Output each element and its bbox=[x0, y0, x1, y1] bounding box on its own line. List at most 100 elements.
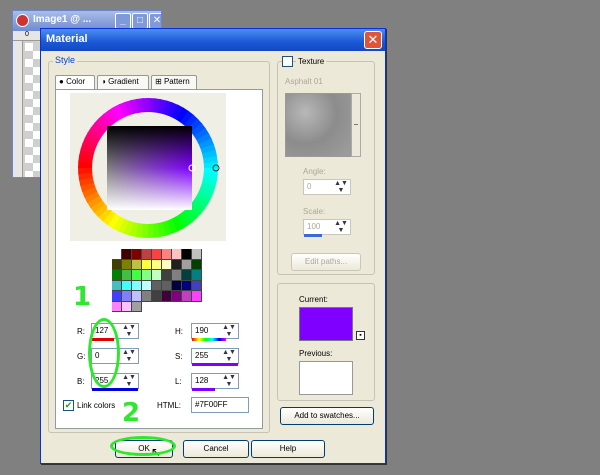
palette-swatch[interactable] bbox=[122, 249, 132, 260]
palette-swatch[interactable] bbox=[162, 259, 172, 270]
palette-swatch[interactable] bbox=[182, 291, 192, 302]
annotation-ring-ok-button bbox=[110, 436, 176, 456]
palette-swatch[interactable] bbox=[122, 259, 132, 270]
palette-swatch[interactable] bbox=[152, 280, 162, 291]
palette-swatch[interactable] bbox=[132, 301, 142, 312]
palette-swatch[interactable] bbox=[142, 291, 152, 302]
close-window-button[interactable]: ✕ bbox=[149, 13, 161, 29]
palette-swatch[interactable] bbox=[132, 259, 142, 270]
r-label: R: bbox=[77, 327, 85, 336]
previous-color-swatch[interactable] bbox=[299, 361, 353, 395]
palette-swatch[interactable] bbox=[172, 270, 182, 281]
help-button[interactable]: Help bbox=[251, 440, 325, 458]
palette-swatch[interactable] bbox=[172, 280, 182, 291]
color-dot-icon: ● bbox=[59, 77, 64, 86]
palette-swatch[interactable] bbox=[112, 280, 122, 291]
lightness-input[interactable]: 128 ▲▼ ▼ bbox=[191, 373, 239, 391]
swap-icon[interactable]: ▪ bbox=[356, 331, 365, 340]
palette-swatch[interactable] bbox=[112, 291, 122, 302]
lightness-value: 128 bbox=[195, 376, 209, 385]
texture-dropdown-icon[interactable]: – bbox=[351, 93, 361, 157]
gradient-icon: ◑ bbox=[101, 77, 106, 86]
palette-swatch[interactable] bbox=[142, 259, 152, 270]
palette-swatch[interactable] bbox=[162, 270, 172, 281]
palette-swatch[interactable] bbox=[192, 249, 202, 260]
hue-ring-segment[interactable] bbox=[141, 98, 150, 113]
palette-swatch[interactable] bbox=[182, 259, 192, 270]
palette-swatch[interactable] bbox=[142, 270, 152, 281]
maximize-button[interactable]: □ bbox=[132, 13, 148, 29]
style-legend: Style bbox=[53, 55, 78, 65]
green-spin-arrows[interactable]: ▲▼ ▼ bbox=[120, 349, 138, 363]
palette-swatch[interactable] bbox=[122, 270, 132, 281]
palette-swatch[interactable] bbox=[122, 280, 132, 291]
palette-swatch[interactable] bbox=[162, 280, 172, 291]
palette-swatch[interactable] bbox=[172, 259, 182, 270]
tab-gradient[interactable]: ◑ Gradient bbox=[97, 75, 149, 89]
saturation-spin-arrows[interactable]: ▲▼ ▼ bbox=[220, 349, 238, 363]
html-color-value: #7F00FF bbox=[195, 400, 228, 409]
palette-swatch[interactable] bbox=[192, 259, 202, 270]
tab-pattern[interactable]: ⊞ Pattern bbox=[151, 75, 197, 89]
dialog-titlebar[interactable]: Material ✕ bbox=[41, 29, 385, 51]
palette-swatch[interactable] bbox=[132, 280, 142, 291]
palette-swatch[interactable] bbox=[152, 270, 162, 281]
palette-swatch[interactable] bbox=[132, 270, 142, 281]
palette-swatch[interactable] bbox=[112, 301, 122, 312]
palette-swatch[interactable] bbox=[162, 249, 172, 260]
scale-spin-arrows[interactable]: ▲▼ ▼ bbox=[332, 220, 350, 234]
palette-swatch[interactable] bbox=[142, 280, 152, 291]
vertical-ruler bbox=[13, 41, 23, 177]
palette-swatch[interactable] bbox=[112, 270, 122, 281]
current-color-swatch[interactable] bbox=[299, 307, 353, 341]
blue-spin-arrows[interactable]: ▲▼ ▼ bbox=[120, 374, 138, 388]
palette-swatch[interactable] bbox=[182, 280, 192, 291]
palette-swatch[interactable] bbox=[152, 291, 162, 302]
palette-swatch[interactable] bbox=[192, 270, 202, 281]
palette-swatch[interactable] bbox=[152, 249, 162, 260]
palette-swatch[interactable] bbox=[112, 249, 122, 260]
tab-color[interactable]: ● Color bbox=[55, 75, 95, 90]
scale-value: 100 bbox=[307, 222, 321, 231]
dialog-close-button[interactable]: ✕ bbox=[364, 31, 382, 49]
palette-swatch[interactable] bbox=[122, 291, 132, 302]
lightness-spin-arrows[interactable]: ▲▼ ▼ bbox=[220, 374, 238, 388]
angle-spin-arrows[interactable]: ▲▼ ▼ bbox=[332, 180, 350, 194]
palette-swatch[interactable] bbox=[182, 249, 192, 260]
lightness-level-bar bbox=[192, 388, 215, 391]
ruler-mark: 0 bbox=[25, 31, 29, 38]
html-color-input[interactable]: #7F00FF bbox=[191, 397, 249, 413]
palette-swatch[interactable] bbox=[172, 249, 182, 260]
saturation-input[interactable]: 255 ▲▼ ▼ bbox=[191, 348, 239, 366]
palette-swatch[interactable] bbox=[162, 291, 172, 302]
palette-swatch[interactable] bbox=[172, 291, 182, 302]
texture-checkbox[interactable] bbox=[282, 56, 293, 67]
cancel-button[interactable]: Cancel bbox=[183, 440, 249, 458]
angle-input[interactable]: 0 ▲▼ ▼ bbox=[303, 179, 351, 195]
hue-input[interactable]: 190 ▲▼ ▼ bbox=[191, 323, 239, 341]
saturation-value: 255 bbox=[195, 351, 209, 360]
palette-swatch[interactable] bbox=[192, 291, 202, 302]
edit-paths-button[interactable]: Edit paths... bbox=[291, 253, 361, 271]
scale-input[interactable]: 100 ▲▼ ▼ bbox=[303, 219, 351, 237]
previous-label: Previous: bbox=[299, 349, 333, 358]
s-label: S: bbox=[175, 352, 183, 361]
palette-swatch[interactable] bbox=[132, 249, 142, 260]
palette-swatch[interactable] bbox=[132, 291, 142, 302]
palette-swatch[interactable] bbox=[182, 270, 192, 281]
palette-swatch[interactable] bbox=[192, 280, 202, 291]
link-colors-checkbox[interactable]: ✔ bbox=[63, 400, 74, 411]
hue-spin-arrows[interactable]: ▲▼ ▼ bbox=[220, 324, 238, 338]
palette-swatch[interactable] bbox=[142, 249, 152, 260]
add-to-swatches-button[interactable]: Add to swatches... bbox=[280, 407, 374, 425]
red-spin-arrows[interactable]: ▲▼ ▼ bbox=[120, 324, 138, 338]
color-wheel[interactable] bbox=[70, 93, 226, 241]
tab-color-label: Color bbox=[66, 77, 86, 86]
b-label: B: bbox=[77, 377, 85, 386]
minimize-button[interactable]: _ bbox=[115, 13, 131, 29]
texture-preview[interactable] bbox=[285, 93, 351, 157]
palette-swatch[interactable] bbox=[112, 259, 122, 270]
html-label: HTML: bbox=[157, 401, 181, 410]
palette-swatch[interactable] bbox=[152, 259, 162, 270]
palette-swatch[interactable] bbox=[122, 301, 132, 312]
